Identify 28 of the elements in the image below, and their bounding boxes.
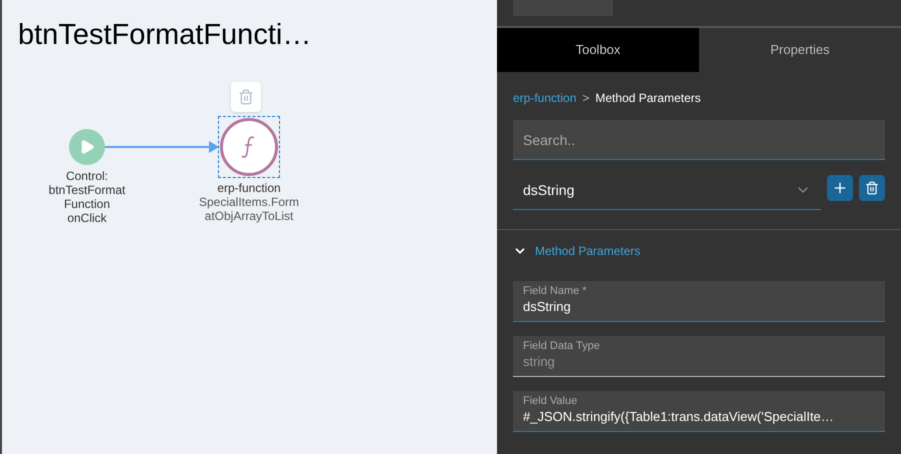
panel-tab[interactable]: Toolbox (497, 28, 699, 72)
field-value: dsString (523, 298, 572, 316)
delete-node-button[interactable] (231, 82, 261, 112)
delete-button[interactable] (859, 175, 885, 201)
field-value: #_JSON.stringify({Table1:trans.dataView('SpecialIte… (523, 408, 835, 426)
form-field[interactable]: Field Value #_JSON.stringify({Table1:trans.dataView('SpecialIte… (513, 391, 885, 432)
form-field[interactable]: Field Name * dsString (513, 281, 885, 322)
play-icon (79, 139, 95, 155)
section-header[interactable]: Method Parameters (513, 242, 885, 260)
flow-title: btnTestFormatFuncti… (18, 18, 312, 53)
plus-icon (832, 180, 848, 196)
start-node[interactable] (69, 129, 105, 165)
trash-icon (238, 89, 254, 105)
search-field[interactable]: Search.. (513, 120, 885, 160)
function-icon (241, 135, 257, 159)
trash-icon (865, 181, 879, 195)
add-button[interactable] (827, 175, 853, 201)
breadcrumb-current: Method Parameters (595, 90, 701, 107)
node-label: Control: btnTestFormat Function onClick (48, 169, 126, 225)
breadcrumb-separator: > (582, 90, 590, 107)
field-label: Field Data Type (523, 340, 601, 353)
field-value: string (523, 353, 556, 371)
field-label: Field Name * (523, 285, 588, 298)
breadcrumb-link[interactable]: erp-function (513, 89, 576, 107)
node-label: erp-function SpecialItems.Form atObjArrayToList (198, 181, 300, 223)
parameter-select[interactable]: dsString (513, 171, 821, 210)
field-label: Field Value (523, 395, 578, 408)
function-node[interactable] (218, 116, 280, 178)
